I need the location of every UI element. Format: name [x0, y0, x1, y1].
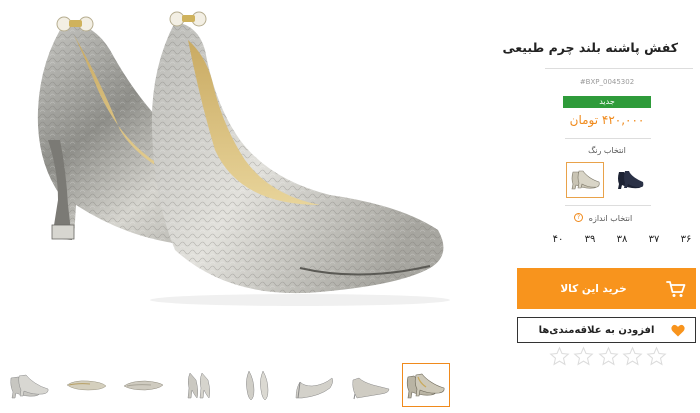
- add-to-cart-label: خرید این کالا: [560, 282, 627, 295]
- star-icon[interactable]: [622, 346, 643, 367]
- divider: [565, 205, 651, 206]
- star-icon[interactable]: [573, 346, 594, 367]
- shoe-icon: [571, 170, 600, 190]
- add-to-cart-button[interactable]: خرید این کالا: [517, 268, 696, 309]
- star-icon[interactable]: [646, 346, 667, 367]
- thumbnail-3[interactable]: [119, 363, 167, 407]
- shoe-icon: [618, 171, 644, 189]
- thumbnail-2[interactable]: [62, 363, 110, 407]
- divider: [545, 68, 693, 69]
- size-options: ۳۶ ۳۷ ۳۸ ۳۹ ۴۰: [547, 230, 697, 250]
- thumbnail-8[interactable]: [402, 363, 450, 407]
- thumbnail-7[interactable]: [347, 363, 395, 407]
- size-option-40[interactable]: ۴۰: [547, 230, 569, 250]
- star-icon[interactable]: [549, 346, 570, 367]
- add-to-wishlist-button[interactable]: افزودن به علاقه‌مندی‌ها: [517, 317, 696, 343]
- size-option-36[interactable]: ۳۶: [675, 230, 697, 250]
- add-to-wishlist-label: افزودن به علاقه‌مندی‌ها: [538, 324, 655, 336]
- size-option-39[interactable]: ۳۹: [579, 230, 601, 250]
- thumbnail-5[interactable]: [233, 363, 281, 407]
- product-price: ۴۲۰,۰۰۰ تومان: [569, 113, 645, 127]
- product-info-panel: کفش پاشنه بلند چرم طبیعی #BXP_0045302 جد…: [503, 0, 700, 413]
- rating-stars: [549, 346, 667, 368]
- product-sku: #BXP_0045302: [579, 78, 635, 86]
- size-label: انتخاب اندازه: [588, 214, 633, 223]
- thumbnail-6[interactable]: [290, 363, 338, 407]
- thumbnail-4[interactable]: [176, 363, 224, 407]
- heart-icon: [661, 324, 695, 337]
- size-option-37[interactable]: ۳۷: [643, 230, 665, 250]
- product-main-image[interactable]: [0, 0, 515, 345]
- thumbnail-strip: [0, 360, 460, 410]
- star-icon[interactable]: [597, 346, 619, 367]
- divider: [565, 138, 651, 139]
- cart-icon: [656, 268, 696, 309]
- color-swatch-navy[interactable]: [611, 162, 647, 198]
- thumbnail-1[interactable]: [5, 363, 53, 407]
- color-label: انتخاب رنگ: [588, 146, 626, 155]
- color-swatch-silver[interactable]: [566, 162, 604, 198]
- size-option-38[interactable]: ۳۸: [611, 230, 633, 250]
- product-title: کفش پاشنه بلند چرم طبیعی: [502, 40, 678, 55]
- new-badge: جدید: [563, 96, 651, 108]
